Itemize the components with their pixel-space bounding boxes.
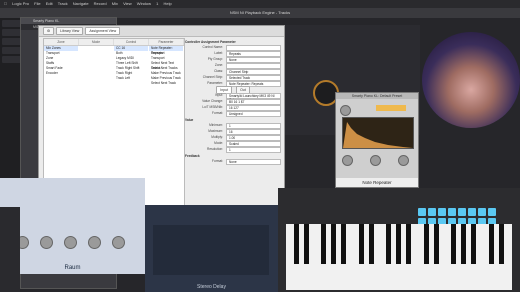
- column-header: Control: [114, 39, 149, 45]
- columns-header: Zone Mode Control Parameter: [44, 39, 184, 46]
- webcam-overlay: [422, 32, 520, 128]
- zone-column: Mix Zones Transport Zone Staffs Smart Fa…: [44, 46, 78, 76]
- raum-plugin: Raum: [0, 178, 145, 274]
- piano-keys: [286, 224, 512, 290]
- left-strip: [0, 207, 20, 292]
- synth-title: Smarty Piano KL: Default Preset: [336, 93, 418, 99]
- column-header: Zone: [44, 39, 79, 45]
- synth-footer: Note Repeater: [336, 178, 418, 187]
- synth-knob[interactable]: [342, 155, 353, 166]
- param-row: Parameter: Note Repeater: Repeats: [185, 80, 281, 87]
- menu-item-file[interactable]: File: [34, 1, 40, 6]
- apple-menu-icon[interactable]: : [4, 1, 7, 6]
- param-label: Format:: [212, 159, 223, 163]
- param-row: Format: Unsigned: [185, 110, 281, 117]
- list-item[interactable]: Select Next Track: [149, 81, 183, 86]
- parameter-column: Note Repeater: Repeats Transport Transpo…: [149, 46, 183, 86]
- column-header: Parameter: [149, 39, 184, 45]
- synth-knob[interactable]: [398, 155, 409, 166]
- midi-keyboard-photo: [278, 188, 520, 292]
- menu-item-track[interactable]: Track: [58, 1, 68, 6]
- menu-bar:  Logic Pro File Edit Track Navigate Rec…: [0, 0, 520, 8]
- stereo-delay-label: Stereo Delay: [197, 284, 226, 290]
- synth-slider[interactable]: [376, 105, 406, 111]
- raum-label: Raum: [64, 265, 81, 271]
- raum-knob[interactable]: [64, 236, 77, 249]
- tab-assignment-view[interactable]: Assignment View: [85, 27, 121, 35]
- raum-knob[interactable]: [40, 236, 53, 249]
- synth-window: Smarty Piano KL: Default Preset Note Rep…: [335, 92, 419, 188]
- synth-knob[interactable]: [340, 105, 351, 116]
- menu-item-mix[interactable]: Mix: [112, 1, 118, 6]
- param-row: Resolution: 1: [185, 146, 281, 153]
- raum-knob[interactable]: [88, 236, 101, 249]
- menu-item-1[interactable]: 1: [156, 1, 158, 6]
- param-field[interactable]: Note Repeater: Repeats: [226, 81, 281, 87]
- delay-display: [153, 225, 269, 275]
- menu-item-navigate[interactable]: Navigate: [73, 1, 89, 6]
- param-field[interactable]: 1: [226, 147, 281, 153]
- tab-library-view[interactable]: ⚙: [43, 27, 55, 35]
- panel-toolbar: ⚙ Library View Assignment View: [39, 26, 284, 37]
- project-title: NSM NI Playback Engine - Tracks: [229, 10, 291, 15]
- column-header: Mode: [79, 39, 114, 45]
- menu-item-window[interactable]: Window: [137, 1, 151, 6]
- control-column: CC 16 Both Legacy MIDI Three Left Shift …: [114, 46, 148, 81]
- tab-library-view-label[interactable]: Library View: [56, 27, 84, 35]
- menu-item-view[interactable]: View: [123, 1, 132, 6]
- param-row: Format: None: [185, 158, 281, 165]
- menu-item-help[interactable]: Help: [164, 1, 172, 6]
- synth-envelope-display: [342, 117, 414, 149]
- param-label: Resolution:: [207, 147, 223, 151]
- stereo-delay-plugin: Stereo Delay: [145, 205, 278, 292]
- list-item[interactable]: Track Left: [114, 76, 148, 81]
- raum-knob[interactable]: [112, 236, 125, 249]
- param-field[interactable]: None: [226, 159, 281, 165]
- synth-knob[interactable]: [370, 155, 381, 166]
- menu-item-record[interactable]: Record: [94, 1, 107, 6]
- menu-item-edit[interactable]: Edit: [46, 1, 53, 6]
- menu-item-logic[interactable]: Logic Pro: [12, 1, 29, 6]
- list-item[interactable]: Encoder: [44, 71, 78, 76]
- param-field[interactable]: Unsigned: [226, 111, 281, 117]
- param-label: Format:: [212, 111, 223, 115]
